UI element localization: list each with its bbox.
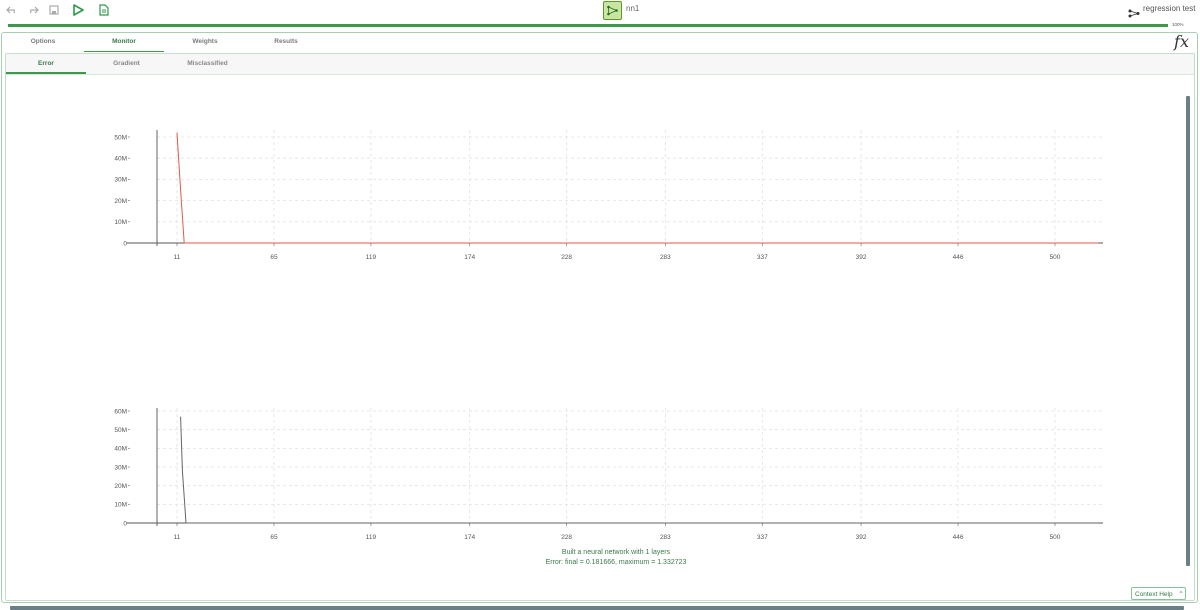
chart-bottom-series-line bbox=[180, 416, 1099, 524]
chart-top-xtick-label: 500 bbox=[1050, 254, 1061, 261]
chart-top-ytick-label: 0 bbox=[123, 240, 127, 247]
chart-top-series-line bbox=[176, 132, 1099, 244]
chart-bottom-ytick-label: 40M bbox=[114, 446, 127, 453]
chart-bottom-xtick-label: 337 bbox=[757, 534, 768, 541]
chart-top-xtick-label: 119 bbox=[366, 254, 377, 261]
chart-top-xtick-label: 11 bbox=[174, 254, 181, 261]
training-summary: Built a neural network with 1 layers Err… bbox=[0, 548, 1200, 568]
chart-bottom-ytick-label: 0 bbox=[123, 520, 127, 527]
chart-top-ytick-label: 10M bbox=[114, 219, 127, 226]
chart-top-ytick-label: 20M bbox=[114, 198, 127, 205]
chart-top-xtick-label: 392 bbox=[856, 254, 867, 261]
chart-top-xtick-label: 283 bbox=[660, 254, 671, 261]
summary-line-2: Error: final = 0.181666, maximum = 1.332… bbox=[545, 559, 687, 566]
chart-bottom-ytick-label: 60M bbox=[114, 408, 127, 415]
chart-bottom-xtick-label: 228 bbox=[561, 534, 572, 541]
chart-bottom-ytick-label: 50M bbox=[114, 427, 127, 434]
chart-top-xtick-label: 446 bbox=[953, 254, 964, 261]
chart-bottom-xtick-label: 174 bbox=[464, 534, 475, 541]
chart-bottom-ytick-label: 30M bbox=[114, 464, 127, 471]
chart-bottom-ytick-label: 10M bbox=[114, 502, 127, 509]
chart-bottom-xtick-label: 446 bbox=[953, 534, 964, 541]
chart-bottom-ytick-label: 20M bbox=[114, 483, 127, 490]
chart-bottom-xtick-label: 392 bbox=[856, 534, 867, 541]
chart-top-xtick-label: 174 bbox=[464, 254, 475, 261]
chart-bottom-xtick-label: 65 bbox=[270, 534, 278, 541]
chart-top-ytick-label: 40M bbox=[114, 156, 127, 163]
horizontal-scrollbar[interactable] bbox=[10, 606, 1184, 610]
chart-bottom-xtick-label: 119 bbox=[366, 534, 377, 541]
chart-top-ytick-label: 50M bbox=[114, 134, 127, 141]
chart-bottom-xtick-label: 283 bbox=[660, 534, 671, 541]
context-help-button[interactable]: Context Help ⌃ bbox=[1131, 587, 1186, 600]
chart-top-ytick-label: 30M bbox=[114, 177, 127, 184]
summary-line-1: Built a neural network with 1 layers bbox=[561, 549, 671, 556]
chart-bottom-xtick-label: 11 bbox=[174, 534, 181, 541]
chart-top-xtick-label: 337 bbox=[757, 254, 768, 261]
error-charts: 0 10M 20M 30M 40M 50M 11 65 119 174 228 283 337 392 44… bbox=[114, 130, 1103, 541]
chart-bottom-xtick-label: 500 bbox=[1050, 534, 1061, 541]
chart-top-xtick-label: 65 bbox=[270, 254, 278, 261]
context-help-label: Context Help bbox=[1135, 591, 1173, 598]
chart-top-xtick-label: 228 bbox=[561, 254, 572, 261]
chevron-up-icon: ⌃ bbox=[1178, 591, 1184, 598]
